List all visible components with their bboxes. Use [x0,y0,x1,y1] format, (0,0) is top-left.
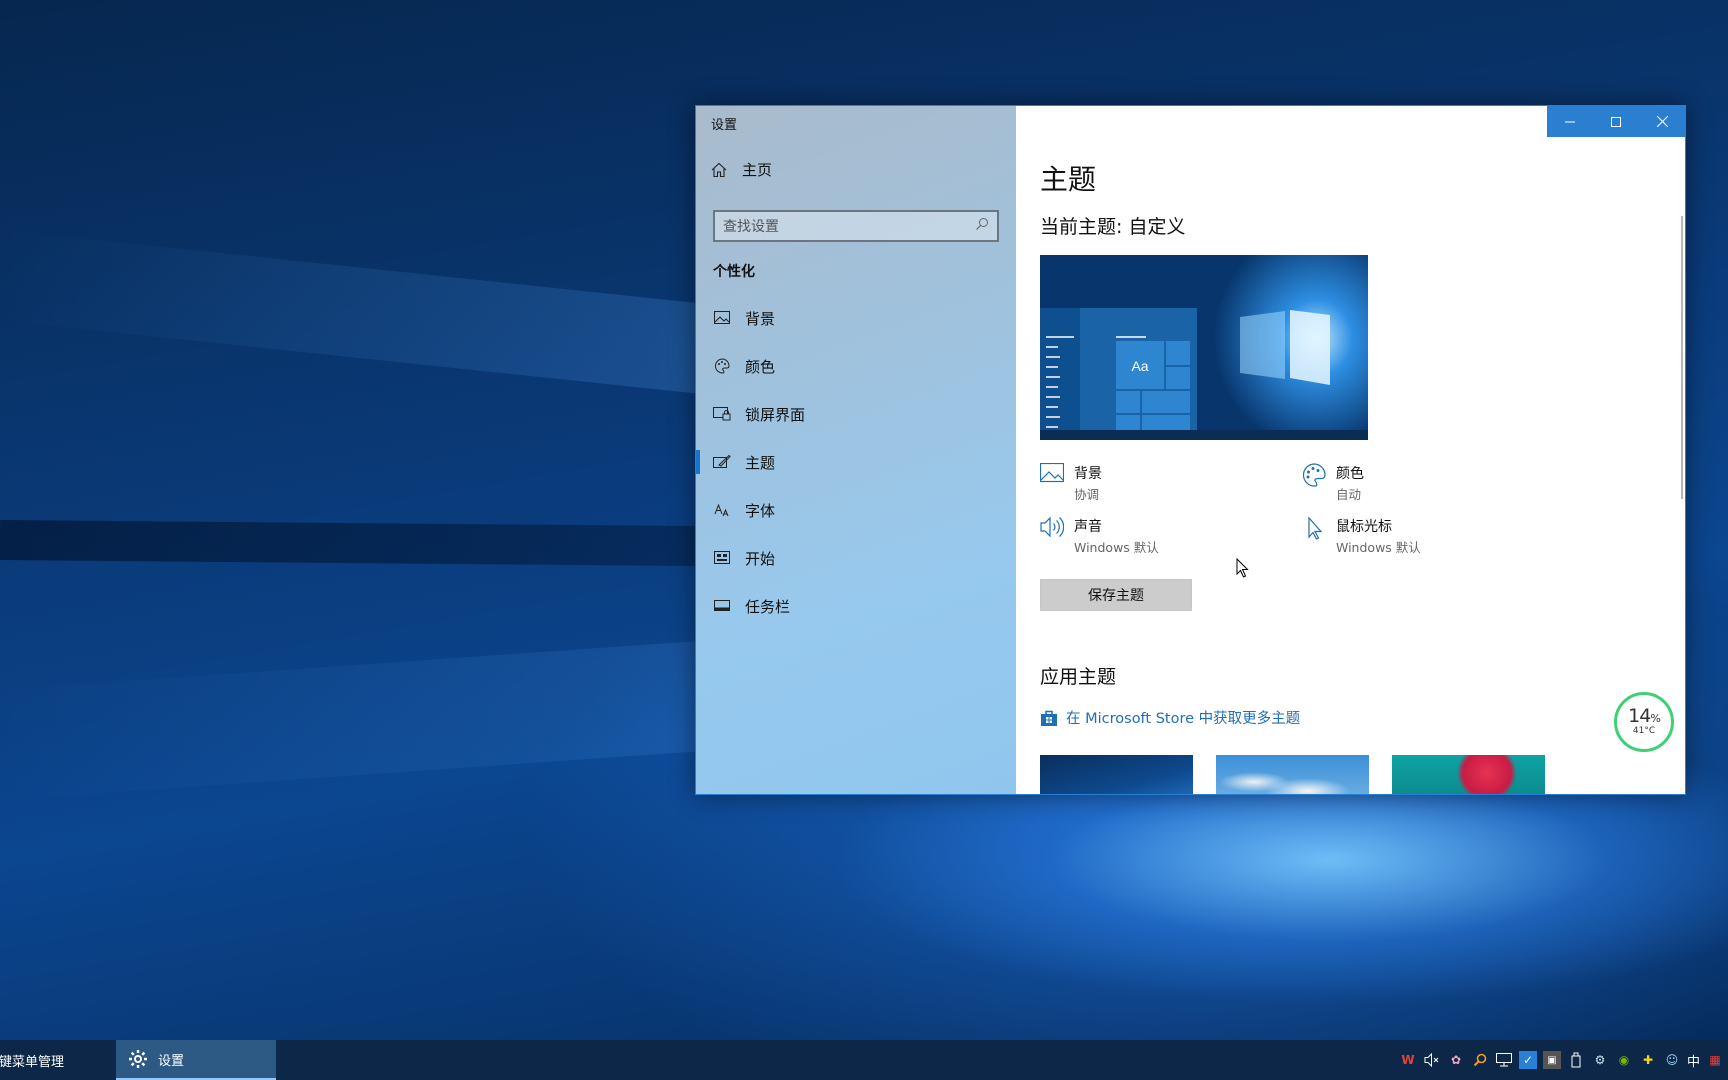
palette-icon [1302,463,1326,487]
cpu-percent-unit: % [1650,712,1661,725]
sidebar-item-lock-screen[interactable]: 锁屏界面 [696,390,1016,438]
minimize-button[interactable] [1547,106,1593,137]
apply-theme-heading: 应用主题 [1040,666,1117,688]
sidebar-item-label: 背景 [745,309,776,328]
sidebar-item-color[interactable]: 颜色 [696,342,1016,390]
sidebar-item-label: 任务栏 [745,597,791,616]
shield-app-icon[interactable]: ✚ [1639,1051,1657,1069]
theme-thumbnail-windows[interactable] [1040,755,1193,794]
taskbar-app-label: 右键菜单管理 [0,1054,65,1070]
property-name: 颜色 [1336,466,1364,482]
search-tool-icon[interactable] [1471,1051,1489,1069]
store-link-label: 在 Microsoft Store 中获取更多主题 [1066,711,1301,727]
nvidia-icon[interactable]: ◉ [1615,1051,1633,1069]
property-name: 声音 [1074,519,1102,535]
picture-icon [1040,463,1064,483]
window-title: 设置 [711,118,738,133]
maximize-button[interactable] [1593,106,1639,137]
sidebar-item-label: 主题 [745,453,776,472]
settings-window: 设置 主页 查找设置 个性化 背景 颜色 锁屏界面 主题 字体 开始 任务栏 主… [695,105,1686,795]
property-cursor[interactable]: 鼠标光标 Windows 默认 [1302,516,1421,556]
performance-widget[interactable]: 14% 41°C [1614,692,1674,752]
property-value: Windows 默认 [1074,540,1159,555]
property-sound[interactable]: 声音 Windows 默认 [1040,516,1159,556]
property-color[interactable]: 颜色 自动 [1302,463,1364,503]
theme-preview: Aa [1040,255,1368,440]
theme-thumbnail-flower[interactable] [1392,755,1545,794]
people-icon[interactable]: ☺ [1663,1051,1681,1069]
maximize-icon [1611,116,1621,127]
page-title: 主题 [1040,163,1097,196]
property-name: 鼠标光标 [1336,519,1392,535]
feather-app-icon[interactable]: ✓ [1518,1051,1537,1069]
start-icon [713,549,731,567]
store-link[interactable]: 在 Microsoft Store 中获取更多主题 [1040,707,1300,728]
property-background[interactable]: 背景 协调 [1040,463,1102,503]
minimize-icon [1565,121,1575,122]
sidebar-item-label: 锁屏界面 [745,405,806,424]
theme-brush-icon [713,453,731,471]
font-icon [713,501,731,519]
search-input[interactable]: 查找设置 [713,210,999,242]
wps-icon[interactable]: W [1399,1051,1417,1069]
sidebar-item-label: 颜色 [745,357,776,376]
system-tray: W ✿ ✓ ▣ ⚙ ◉ ✚ ☺ 中 ▦ [1399,1040,1728,1080]
home-label: 主页 [742,161,773,179]
taskbar: 右键菜单管理 设置 W ✿ ✓ ▣ ⚙ ◉ ✚ ☺ 中 ▦ [0,1040,1728,1080]
ime-indicator[interactable]: 中 [1687,1051,1700,1070]
save-theme-button[interactable]: 保存主题 [1040,579,1192,611]
taskbar-app-context-menu-manager[interactable]: 右键菜单管理 [0,1040,110,1080]
search-placeholder: 查找设置 [723,219,779,235]
taskbar-app-label: 设置 [158,1053,185,1069]
close-button[interactable] [1639,106,1685,137]
image-app-icon[interactable]: ▣ [1542,1051,1561,1069]
flower-app-icon[interactable]: ✿ [1447,1051,1465,1069]
usb-drive-icon[interactable] [1567,1051,1585,1069]
preview-sample-text: Aa [1131,358,1148,374]
home-icon [710,161,728,179]
palette-icon [713,357,731,375]
content-pane: 主题 当前主题: 自定义 Aa 背景 协调 颜色 自动 声音 Windows 默… [1016,106,1685,794]
sidebar-item-start[interactable]: 开始 [696,534,1016,582]
store-bag-icon [1041,710,1057,726]
settings-sidebar: 设置 主页 查找设置 个性化 背景 颜色 锁屏界面 主题 字体 开始 任务栏 [696,106,1016,794]
taskbar-app-settings[interactable]: 设置 [116,1040,276,1080]
window-controls [1547,106,1685,137]
home-link[interactable]: 主页 [710,159,772,180]
speaker-icon [1040,516,1064,538]
lock-screen-icon [713,405,731,423]
mouse-cursor-icon [1236,558,1249,578]
cpu-percent: 14 [1628,705,1651,727]
search-icon[interactable] [975,217,989,235]
sidebar-item-taskbar[interactable]: 任务栏 [696,582,1016,630]
property-name: 背景 [1074,466,1102,482]
notification-icon[interactable]: ▦ [1706,1051,1724,1069]
section-title: 个性化 [713,264,755,280]
theme-thumbnails [1040,755,1545,794]
property-value: Windows 默认 [1336,540,1421,555]
cpu-temperature: 41°C [1632,726,1656,736]
sidebar-item-label: 开始 [745,549,776,568]
volume-muted-icon[interactable] [1423,1051,1441,1069]
sidebar-item-label: 字体 [745,501,776,520]
property-value: 自动 [1336,487,1362,502]
steam-icon[interactable]: ⚙ [1591,1051,1609,1069]
gear-icon [129,1050,147,1068]
scrollbar[interactable] [1681,216,1683,499]
property-value: 协调 [1074,487,1100,502]
mouse-pointer-icon [1308,516,1323,540]
close-icon [1656,116,1668,127]
sidebar-item-background[interactable]: 背景 [696,294,1016,342]
picture-icon [713,309,731,327]
network-icon[interactable] [1495,1051,1513,1069]
current-theme-label: 当前主题: 自定义 [1040,216,1186,238]
sidebar-item-fonts[interactable]: 字体 [696,486,1016,534]
sidebar-item-themes[interactable]: 主题 [696,438,1016,486]
taskbar-icon [713,597,731,615]
theme-thumbnail-sky[interactable] [1216,755,1369,794]
nav-list: 背景 颜色 锁屏界面 主题 字体 开始 任务栏 [696,294,1016,630]
